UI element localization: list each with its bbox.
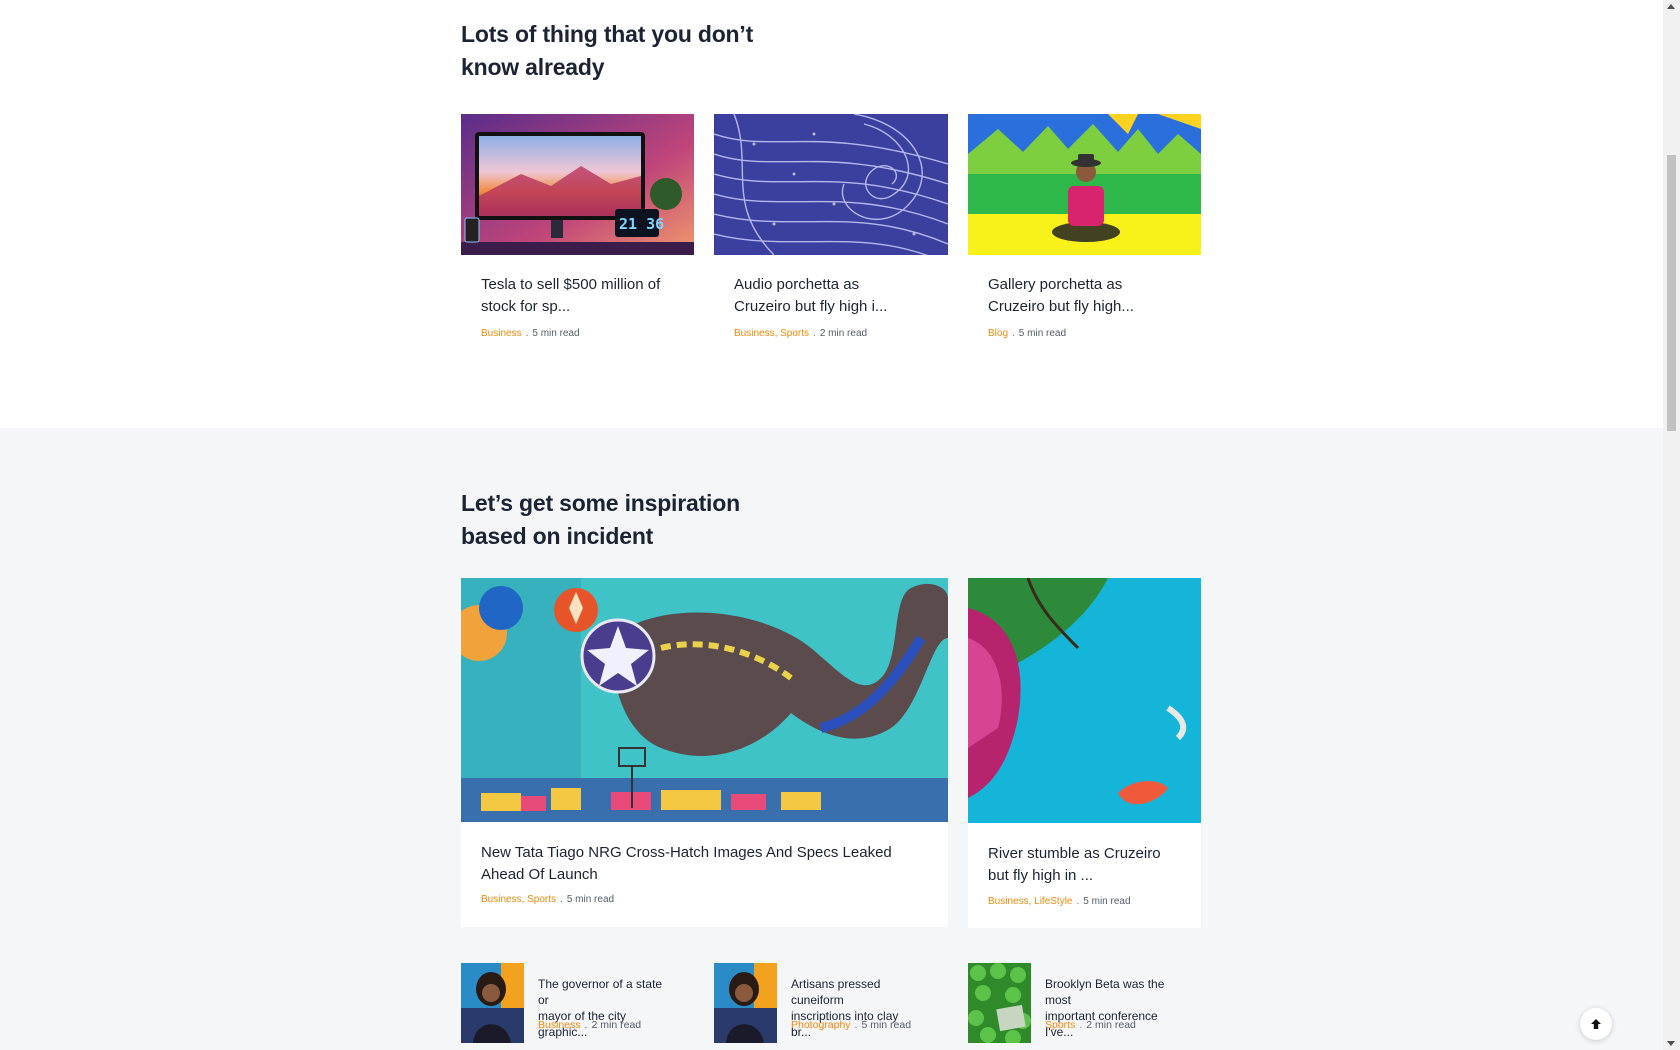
read-time: 5 min read <box>1018 328 1067 339</box>
post-title[interactable]: Audio porchetta as Cruzeiro but fly high… <box>734 274 930 318</box>
mini-post-card[interactable]: The governor of a state or mayor of the … <box>461 963 694 1043</box>
title-line: The governor of a state or <box>538 977 663 1007</box>
meta-separator: . <box>1012 328 1015 339</box>
post-categories[interactable]: Business, Sports <box>734 328 809 339</box>
section-heading-lots: Lots of thing that you don’t know alread… <box>461 18 753 84</box>
scrollbar-thumb[interactable] <box>1667 155 1676 431</box>
post-title[interactable]: River stumble as Cruzeiro but fly high i… <box>988 843 1183 887</box>
post-title[interactable]: New Tata Tiago NRG Cross-Hatch Images An… <box>481 842 930 886</box>
scroll-down-icon[interactable] <box>1667 1041 1675 1046</box>
featured-post-card[interactable]: New Tata Tiago NRG Cross-Hatch Images An… <box>461 578 948 927</box>
post-image[interactable] <box>461 578 948 822</box>
scroll-up-icon[interactable] <box>1667 4 1675 9</box>
heading-line: Let’s get some inspiration <box>461 490 740 516</box>
post-meta: Photography. 5 min read <box>791 1018 911 1032</box>
post-meta: Business, Sports. 2 min read <box>734 327 867 341</box>
post-categories[interactable]: Photography <box>791 1019 851 1031</box>
page-scrollbar[interactable] <box>1663 0 1680 1050</box>
heading-line: based on incident <box>461 523 654 549</box>
meta-separator: . <box>525 328 529 339</box>
title-line: Ahead Of Launch <box>481 866 598 883</box>
title-line: stock for sp... <box>481 298 571 315</box>
section-heading-inspiration: Let’s get some inspiration based on inci… <box>461 487 740 553</box>
read-time: 5 min read <box>532 328 580 339</box>
mini-post-card[interactable]: Brooklyn Beta was the most important con… <box>968 963 1201 1043</box>
title-line: River stumble as Cruzeiro <box>988 845 1161 862</box>
read-time: 2 min read <box>591 1019 642 1031</box>
post-categories[interactable]: Business, Sports <box>481 894 556 905</box>
title-line: Gallery porchetta as <box>988 276 1123 293</box>
title-line: Brooklyn Beta was the most <box>1045 977 1165 1007</box>
post-image[interactable] <box>968 578 1201 823</box>
post-categories[interactable]: Blog <box>988 328 1008 339</box>
heading-line: Lots of thing that you don’t <box>461 21 754 47</box>
meta-separator: . <box>584 1019 588 1031</box>
arrow-up-icon <box>1591 1019 1601 1029</box>
post-categories[interactable]: Business, LifeStyle <box>988 896 1073 907</box>
post-image[interactable] <box>714 114 948 255</box>
post-title[interactable]: Tesla to sell $500 million of stock for … <box>481 274 676 318</box>
heading-line: know already <box>461 54 605 80</box>
mini-post-card[interactable]: Artisans pressed cuneiform inscriptions … <box>714 963 948 1043</box>
post-categories[interactable]: Business <box>481 328 522 339</box>
featured-post-card[interactable]: River stumble as Cruzeiro but fly high i… <box>968 578 1201 928</box>
title-line: Audio porchetta as <box>734 276 860 293</box>
post-meta: Sports. 2 min read <box>1045 1018 1136 1032</box>
meta-separator: . <box>813 328 816 339</box>
read-time: 2 min read <box>1086 1019 1136 1031</box>
title-line: New Tata Tiago NRG Cross-Hatch Images An… <box>481 844 892 861</box>
meta-separator: . <box>1076 896 1080 907</box>
title-line: Tesla to sell $500 million of <box>481 276 661 293</box>
back-to-top-button[interactable] <box>1580 1008 1612 1040</box>
title-line: Artisans pressed cuneiform <box>791 977 881 1007</box>
meta-separator: . <box>560 894 563 905</box>
meta-separator: . <box>854 1019 858 1031</box>
post-title[interactable]: Gallery porchetta as Cruzeiro but fly hi… <box>988 274 1183 318</box>
post-image[interactable] <box>714 963 777 1043</box>
post-meta: Business, Sports. 5 min read <box>481 893 614 907</box>
svg-text:21 36: 21 36 <box>619 215 664 233</box>
post-image[interactable] <box>968 963 1031 1043</box>
post-meta: Business. 2 min read <box>538 1018 641 1032</box>
post-image[interactable]: 21 36 <box>461 114 694 255</box>
read-time: 5 min read <box>1083 896 1131 907</box>
post-image[interactable] <box>461 963 524 1043</box>
post-card[interactable]: Audio porchetta as Cruzeiro but fly high… <box>714 114 948 344</box>
post-card[interactable]: Gallery porchetta as Cruzeiro but fly hi… <box>968 114 1201 344</box>
title-line: Cruzeiro but fly high i... <box>734 298 888 315</box>
title-line: Cruzeiro but fly high... <box>988 298 1134 315</box>
post-meta: Business. 5 min read <box>481 327 580 341</box>
post-card[interactable]: 21 36 Tesla to sell $500 million of stoc… <box>461 114 694 344</box>
post-image[interactable] <box>968 114 1201 255</box>
post-categories[interactable]: Business <box>538 1019 581 1031</box>
read-time: 5 min read <box>861 1019 912 1031</box>
post-meta: Blog. 5 min read <box>988 327 1066 341</box>
title-line: but fly high in ... <box>988 867 1094 884</box>
read-time: 5 min read <box>566 894 615 905</box>
meta-separator: . <box>1079 1019 1083 1031</box>
read-time: 2 min read <box>819 328 868 339</box>
post-meta: Business, LifeStyle. 5 min read <box>988 895 1131 909</box>
post-categories[interactable]: Sports <box>1045 1019 1075 1031</box>
